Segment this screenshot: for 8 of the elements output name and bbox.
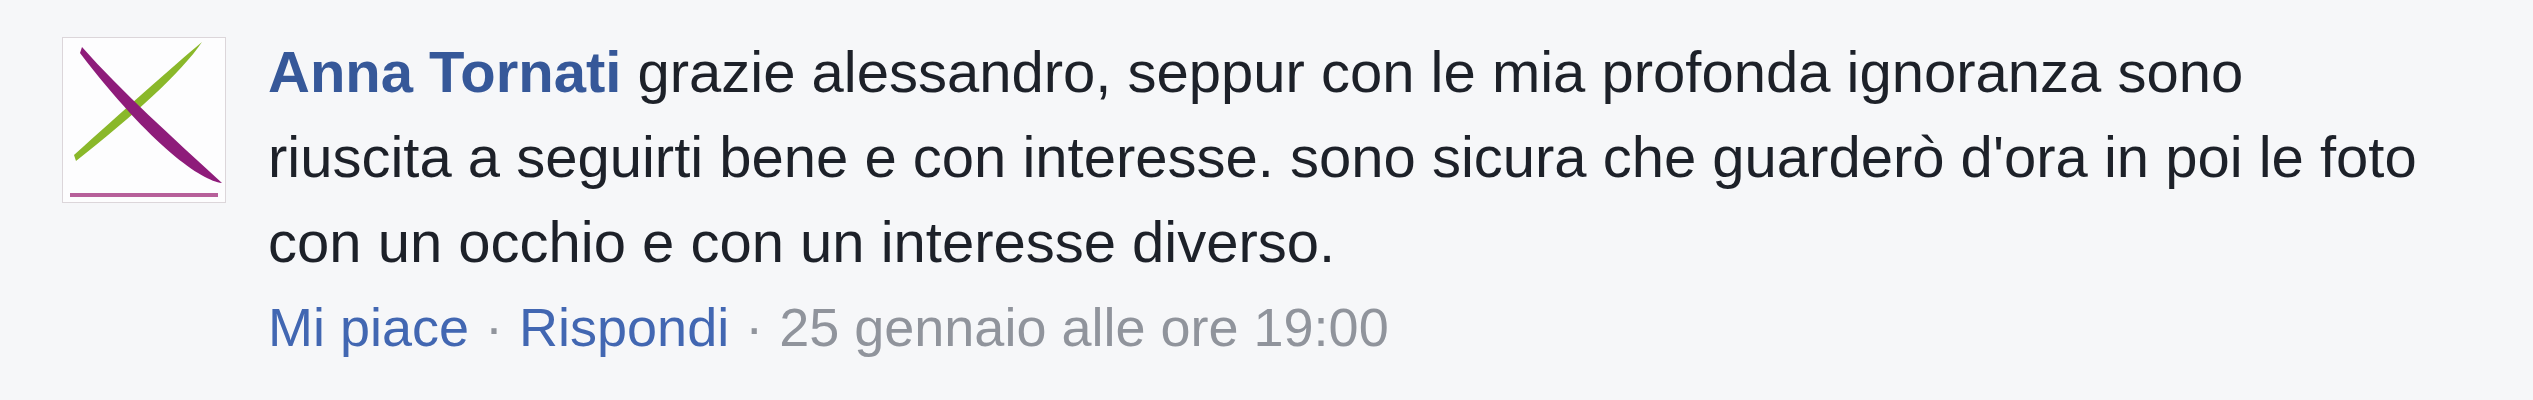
comment-timestamp: 25 gennaio alle ore 19:00	[779, 296, 1389, 359]
separator-dot: ·	[485, 296, 504, 359]
action-link[interactable]: Rispondi	[519, 292, 730, 362]
separator-dot: ·	[745, 296, 764, 359]
comment-text: Anna Tornati grazie alessandro, seppur con le mia profonda ignoranza sono riuscita a seguirti bene e con interesse. sono sicura che guarderò d'ora in poi le foto con un occhio e con un interesse diverso.	[268, 38, 2418, 276]
action-link[interactable]: Mi piace	[268, 292, 470, 362]
author-link[interactable]: Anna Tornati	[268, 39, 622, 104]
avatar-logo-icon	[62, 37, 226, 203]
